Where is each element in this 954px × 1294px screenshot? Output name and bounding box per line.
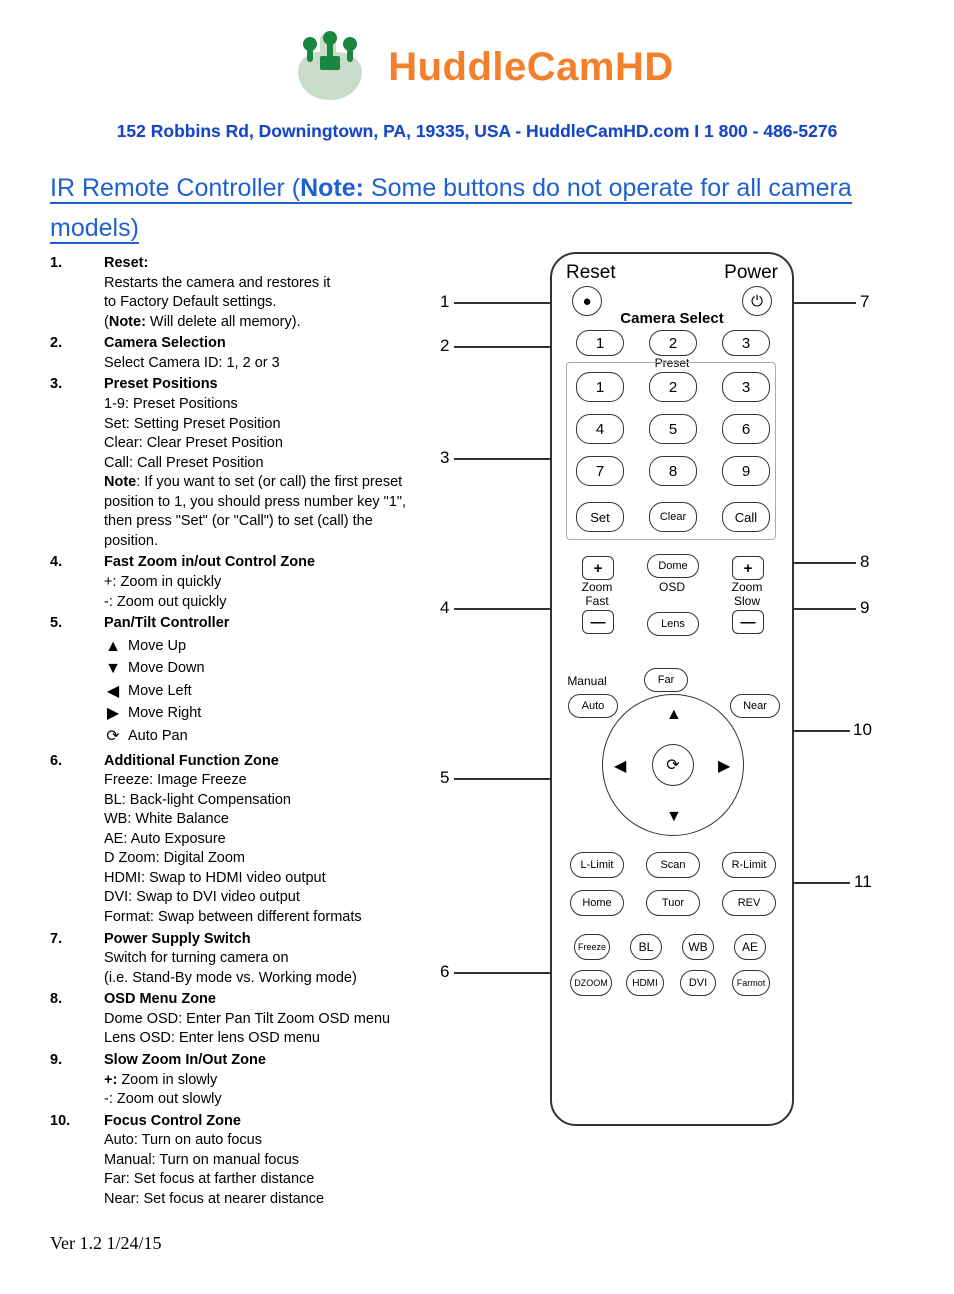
arrow-up-icon[interactable]: ▲ bbox=[666, 706, 682, 724]
list-item: 9. Slow Zoom In/Out Zone +: Zoom in slow… bbox=[50, 1051, 430, 1110]
zoom-slow-plus[interactable]: + bbox=[732, 556, 764, 580]
arrow-up-icon: ▲ bbox=[104, 637, 122, 655]
reset-label: Reset bbox=[566, 262, 616, 284]
zoom-fast-minus[interactable]: — bbox=[582, 610, 614, 634]
callout: 6 bbox=[440, 962, 449, 982]
logo: HuddleCamHD bbox=[50, 28, 904, 111]
auto-button[interactable]: Auto bbox=[568, 694, 618, 718]
autopan-icon: ⟳ bbox=[104, 728, 122, 746]
camera-select-label: Camera Select bbox=[552, 310, 792, 327]
list-item: 6. Additional Function Zone Freeze: Imag… bbox=[50, 752, 430, 928]
rlimit-button[interactable]: R-Limit bbox=[722, 852, 776, 878]
list-item: 7. Power Supply Switch Switch for turnin… bbox=[50, 930, 430, 989]
zoom-fast-plus[interactable]: + bbox=[582, 556, 614, 580]
description-list: 1. Reset: Restarts the camera and restor… bbox=[50, 252, 430, 1209]
camsel-1[interactable]: 1 bbox=[576, 330, 624, 356]
callout: 5 bbox=[440, 768, 449, 788]
arrow-down-icon: ▼ bbox=[104, 660, 122, 678]
preset-8[interactable]: 8 bbox=[649, 456, 697, 486]
home-button[interactable]: Home bbox=[570, 890, 624, 916]
section-title: IR Remote Controller (Note: Some buttons… bbox=[50, 168, 904, 248]
callout: 9 bbox=[860, 598, 869, 618]
call-button[interactable]: Call bbox=[722, 502, 770, 532]
list-item: 3. Preset Positions 1-9: Preset Position… bbox=[50, 375, 430, 551]
bl-button[interactable]: BL bbox=[630, 934, 662, 960]
arrow-left-icon[interactable]: ◀ bbox=[614, 756, 626, 776]
tuor-button[interactable]: Tuor bbox=[646, 890, 700, 916]
preset-1[interactable]: 1 bbox=[576, 372, 624, 402]
callout: 7 bbox=[860, 292, 869, 312]
dome-button[interactable]: Dome bbox=[647, 554, 699, 578]
arrow-right-icon: ▶ bbox=[104, 705, 122, 723]
dpad-center[interactable]: ⟳ bbox=[652, 744, 694, 786]
callout: 10 bbox=[853, 720, 872, 740]
callout: 8 bbox=[860, 552, 869, 572]
near-button[interactable]: Near bbox=[730, 694, 780, 718]
callout: 1 bbox=[440, 292, 449, 312]
arrow-down-icon[interactable]: ▼ bbox=[666, 808, 682, 826]
scan-button[interactable]: Scan bbox=[646, 852, 700, 878]
callout: 2 bbox=[440, 336, 449, 356]
list-item: 1. Reset: Restarts the camera and restor… bbox=[50, 254, 430, 332]
preset-5[interactable]: 5 bbox=[649, 414, 697, 444]
preset-2[interactable]: 2 bbox=[649, 372, 697, 402]
dzoom-button[interactable]: DZOOM bbox=[570, 970, 612, 996]
preset-7[interactable]: 7 bbox=[576, 456, 624, 486]
preset-6[interactable]: 6 bbox=[722, 414, 770, 444]
hdmi-button[interactable]: HDMI bbox=[626, 970, 664, 996]
ae-button[interactable]: AE bbox=[734, 934, 766, 960]
logo-icon bbox=[280, 28, 380, 106]
wb-button[interactable]: WB bbox=[682, 934, 714, 960]
callout: 3 bbox=[440, 448, 449, 468]
clear-button[interactable]: Clear bbox=[649, 502, 697, 532]
far-button[interactable]: Far bbox=[644, 668, 688, 692]
camsel-2[interactable]: 2 bbox=[649, 330, 697, 356]
zoom-slow-minus[interactable]: — bbox=[732, 610, 764, 634]
list-item: 2. Camera Selection Select Camera ID: 1,… bbox=[50, 334, 430, 373]
dvi-button[interactable]: DVI bbox=[680, 970, 716, 996]
preset-9[interactable]: 9 bbox=[722, 456, 770, 486]
preset-3[interactable]: 3 bbox=[722, 372, 770, 402]
arrow-left-icon: ◀ bbox=[104, 683, 122, 701]
callout: 4 bbox=[440, 598, 449, 618]
set-button[interactable]: Set bbox=[576, 502, 624, 532]
list-item: 8. OSD Menu Zone Dome OSD: Enter Pan Til… bbox=[50, 990, 430, 1049]
callout: 11 bbox=[854, 872, 872, 892]
lens-button[interactable]: Lens bbox=[647, 612, 699, 636]
version-text: Ver 1.2 1/24/15 bbox=[50, 1233, 904, 1254]
llimit-button[interactable]: L-Limit bbox=[570, 852, 624, 878]
format-button[interactable]: Farmot bbox=[732, 970, 770, 996]
rev-button[interactable]: REV bbox=[722, 890, 776, 916]
arrow-right-icon[interactable]: ▶ bbox=[718, 756, 730, 776]
address-line: 152 Robbins Rd, Downingtown, PA, 19335, … bbox=[50, 121, 904, 142]
list-item: 4. Fast Zoom in/out Control Zone +: Zoom… bbox=[50, 553, 430, 612]
list-item: 10. Focus Control Zone Auto: Turn on aut… bbox=[50, 1112, 430, 1210]
brand-name: HuddleCamHD bbox=[388, 45, 674, 90]
camsel-3[interactable]: 3 bbox=[722, 330, 770, 356]
remote-diagram: 1 2 3 4 5 6 7 8 9 10 11 Reset bbox=[440, 252, 904, 1132]
freeze-button[interactable]: Freeze bbox=[574, 934, 610, 960]
preset-4[interactable]: 4 bbox=[576, 414, 624, 444]
power-label: Power bbox=[724, 262, 778, 284]
list-item: 5. Pan/Tilt Controller ▲Move Up ▼Move Do… bbox=[50, 614, 430, 749]
